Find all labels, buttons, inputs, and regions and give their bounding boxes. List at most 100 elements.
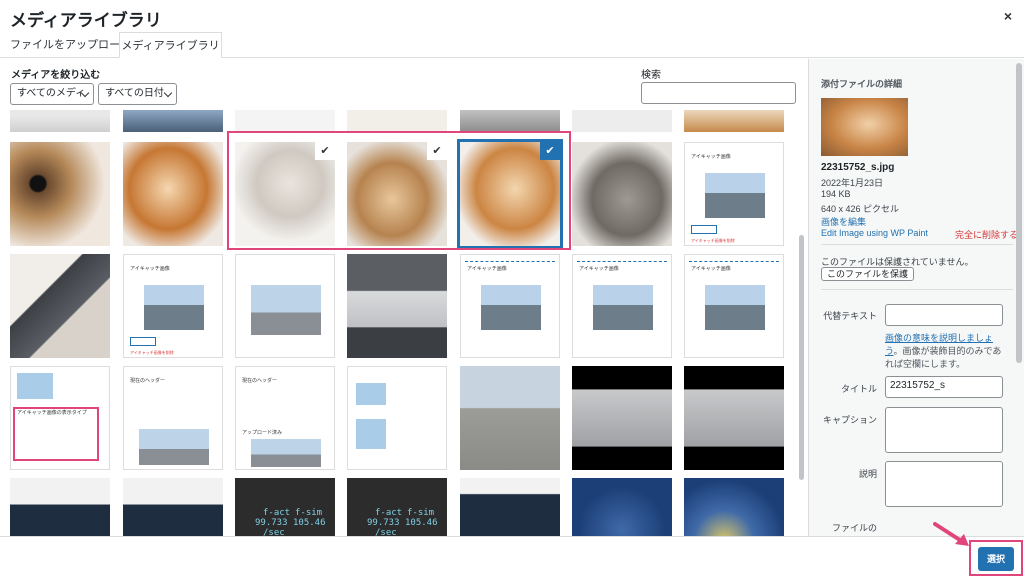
description-textarea[interactable] [885, 461, 1003, 507]
checkmark-icon[interactable]: ✔ [427, 142, 447, 160]
select-button[interactable]: 選択 [978, 547, 1014, 571]
search-input[interactable] [641, 82, 796, 104]
screenshot-heading: アイキャッチ画像 [130, 266, 170, 272]
readout-value: 105.46 [405, 518, 438, 528]
airplane-image [593, 285, 653, 330]
tab-media-library[interactable]: メディアライブラリ [119, 32, 222, 58]
attachment-thumbnail[interactable] [347, 366, 447, 470]
attachment-thumbnail[interactable] [235, 254, 335, 358]
attachment-thumbnail[interactable] [684, 110, 784, 132]
file-url-label: ファイルの [831, 523, 877, 533]
attachment-thumbnail[interactable]: ✔ [235, 142, 335, 246]
attachment-thumbnail[interactable] [10, 142, 110, 246]
protect-file-button[interactable]: このファイルを保護 [821, 267, 915, 281]
layout-diagram [356, 419, 386, 449]
airplane-image [481, 285, 541, 330]
layout-diagram [356, 383, 386, 405]
sidebar-scrollbar[interactable] [1016, 63, 1022, 363]
title-label: タイトル [840, 384, 877, 394]
airplane-image [705, 173, 765, 218]
attachment-thumbnail[interactable]: f-act f-sim 99.733 105.46 /sec [347, 478, 447, 536]
attachment-thumbnail[interactable] [684, 478, 784, 536]
attachment-thumbnail[interactable] [572, 478, 672, 536]
caption-label: キャプション [822, 415, 877, 425]
attachment-thumbnail[interactable]: アイキャッチ画像 [460, 254, 560, 358]
attachment-thumbnail[interactable]: f-act f-sim 99.733 105.46 /sec [235, 478, 335, 536]
checkmark-icon[interactable]: ✔ [315, 142, 335, 160]
details-dimensions: 640 x 426 ピクセル [821, 204, 900, 214]
close-icon[interactable]: × [1004, 8, 1012, 24]
attachment-thumbnail[interactable]: 現在のヘッダー [123, 366, 223, 470]
alt-text-help: 画像の意味を説明しましょう。画像が装飾目的のみであれば空欄にします。 [885, 332, 1005, 371]
details-filename: 22315752_s.jpg [821, 162, 895, 173]
modal-title: メディアライブラリ [10, 11, 162, 30]
attachment-thumbnail[interactable]: アイキャッチ画像 アイキャッチ画像を削除 [684, 142, 784, 246]
attachment-thumbnail[interactable] [123, 110, 223, 132]
modal-footer [0, 536, 1024, 579]
media-library-modal: メディアライブラリ × ファイルをアップロード メディアライブラリ メディアを絞… [0, 0, 1024, 579]
date-value: すべての日付 [105, 88, 164, 99]
readout-value: 105.46 [293, 518, 326, 528]
screenshot-button [130, 337, 156, 346]
attachment-thumbnail[interactable]: アイキャッチ画像 [684, 254, 784, 358]
airplane-image [251, 285, 321, 335]
tab-bar: ファイルをアップロード メディアライブラリ [0, 32, 1024, 58]
attachment-thumbnail[interactable]: アイキャッチ画像 アイキャッチ画像を削除 [123, 254, 223, 358]
attachment-thumbnail[interactable] [460, 110, 560, 132]
alt-text-input[interactable] [885, 304, 1003, 326]
alt-help-text: 。画像が装飾目的のみであれば空欄にします。 [885, 346, 1002, 369]
attachment-thumbnail[interactable] [123, 142, 223, 246]
divider [821, 244, 1013, 245]
attachment-thumbnail[interactable] [684, 366, 784, 470]
attachment-thumbnail[interactable]: アイキャッチ画像の表示タイプ [10, 366, 110, 470]
airplane-image [139, 429, 209, 465]
details-filesize: 194 KB [821, 189, 851, 199]
wp-paint-link[interactable]: Edit Image using WP Paint [821, 228, 928, 238]
attachment-thumbnail[interactable]: ✔ [347, 142, 447, 246]
attachment-thumbnail[interactable]: アイキャッチ画像 [572, 254, 672, 358]
screenshot-link [577, 261, 667, 262]
airplane-image [705, 285, 765, 330]
attachment-thumbnail[interactable] [347, 110, 447, 132]
attachment-thumbnail[interactable] [10, 110, 110, 132]
airplane-image [251, 439, 321, 467]
attachment-thumbnail[interactable] [460, 366, 560, 470]
attachment-thumbnail-selected[interactable]: ✔ [457, 139, 563, 249]
scrollbar-thumb[interactable] [799, 235, 804, 480]
media-type-select[interactable]: すべてのメディ [10, 83, 94, 105]
details-date: 2022年1月23日 [821, 178, 884, 188]
highlight-frame [13, 407, 99, 461]
screenshot-heading: アイキャッチ画像 [691, 266, 731, 272]
attachment-thumbnail[interactable] [572, 110, 672, 132]
caption-textarea[interactable] [885, 407, 1003, 453]
readout-label: f-sim [407, 508, 435, 518]
readout-label: f-act [263, 508, 291, 518]
attachment-thumbnail[interactable] [460, 478, 560, 536]
readout-value: 99.733 [255, 518, 288, 528]
attachment-thumbnail[interactable] [123, 478, 223, 536]
attachments-grid: ✔ ✔ ✔ アイキャッチ画像 アイキャッチ画像を削除 アイキャッチ画像 アイキャ… [0, 110, 797, 536]
delete-permanently-link[interactable]: 完全に削除する [955, 228, 1018, 241]
screenshot-heading: アイキャッチ画像 [467, 266, 507, 272]
edit-image-link[interactable]: 画像を編集 [821, 215, 866, 228]
grid-scrollbar[interactable] [798, 110, 806, 536]
screenshot-link [465, 261, 555, 262]
attachment-thumbnail[interactable] [572, 366, 672, 470]
checkmark-icon[interactable]: ✔ [540, 142, 560, 160]
attachment-thumbnail[interactable] [347, 254, 447, 358]
attachment-thumbnail[interactable] [10, 254, 110, 358]
screenshot-heading: 現在のヘッダー [242, 378, 278, 384]
date-select[interactable]: すべての日付 [98, 83, 177, 105]
attachment-thumbnail[interactable] [10, 478, 110, 536]
screenshot-remove-text: アイキャッチ画像を削除 [130, 350, 174, 355]
readout-value: 99.733 [367, 518, 400, 528]
attachment-thumbnail[interactable] [572, 142, 672, 246]
details-heading: 添付ファイルの詳細 [821, 79, 903, 89]
details-thumbnail [821, 98, 908, 156]
title-input[interactable]: 22315752_s [885, 376, 1003, 398]
attachment-thumbnail[interactable]: 現在のヘッダー アップロード済み [235, 366, 335, 470]
screenshot-heading: 現在のヘッダー [130, 378, 166, 384]
attachment-thumbnail[interactable] [235, 110, 335, 132]
screenshot-heading: アイキャッチ画像 [579, 266, 619, 272]
attachment-details-sidebar: 添付ファイルの詳細 22315752_s.jpg 2022年1月23日 194 … [808, 59, 1024, 536]
